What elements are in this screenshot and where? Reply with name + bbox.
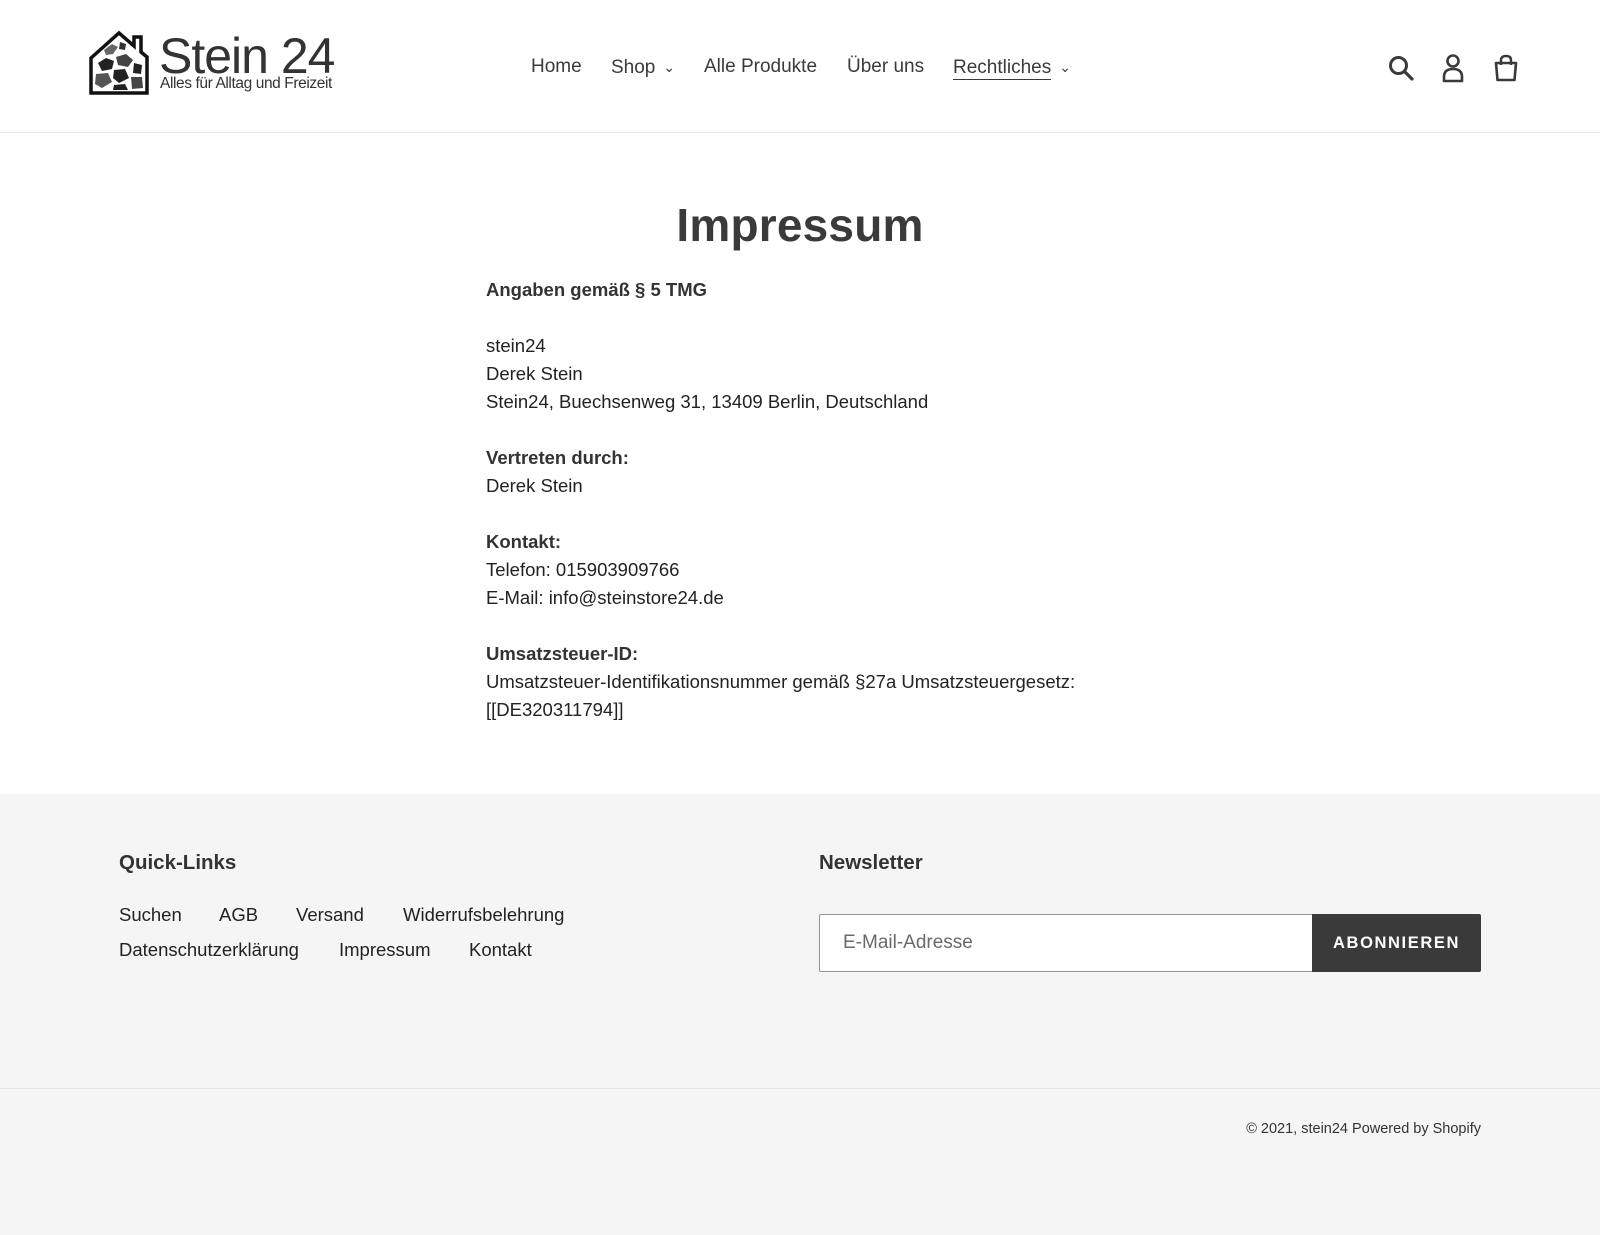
vat-text: Umsatzsteuer-Identifikationsnummer gemäß… <box>486 671 1076 692</box>
newsletter-email-input[interactable] <box>819 914 1313 972</box>
owner-name: Derek Stein <box>486 363 583 384</box>
chevron-down-icon: ⌄ <box>1059 59 1071 75</box>
section-heading-tmg: Angaben gemäß § 5 TMG <box>486 279 708 300</box>
represented-name: Derek Stein <box>486 475 583 496</box>
quick-links-heading: Quick-Links <box>119 851 237 874</box>
chevron-down-icon: ⌄ <box>663 59 676 75</box>
nav-item-label: Home <box>531 56 582 77</box>
nav-item-label: Rechtliches <box>953 57 1052 80</box>
newsletter-heading: Newsletter <box>819 851 923 874</box>
vat-heading: Umsatzsteuer-ID: <box>486 643 639 664</box>
cart-icon[interactable] <box>1489 50 1523 86</box>
footer-link-impressum[interactable]: Impressum <box>339 939 431 961</box>
footer-link-agb[interactable]: AGB <box>219 904 258 926</box>
account-icon[interactable] <box>1436 50 1470 86</box>
nav-item-ueber-uns[interactable]: Über uns <box>847 50 924 84</box>
footer-link-suchen[interactable]: Suchen <box>119 904 182 926</box>
nav-item-label: Shop <box>611 57 656 78</box>
footer-divider <box>0 1088 1600 1089</box>
nav-item-shop[interactable]: Shop ⌄ <box>611 50 675 85</box>
main-navigation: Home Shop ⌄ Alle Produkte Über uns Rechtl… <box>0 50 1600 84</box>
impressum-content: Angaben gemäß § 5 TMG stein24 Derek Stei… <box>486 276 1126 724</box>
vat-id: [[DE320311794]] <box>486 699 624 720</box>
company-name: stein24 <box>486 335 546 356</box>
email: E-Mail: info@steinstore24.de <box>486 587 724 608</box>
nav-item-home[interactable]: Home <box>531 50 582 84</box>
site-footer: Quick-Links Suchen AGB Versand Widerrufs… <box>0 794 1600 1235</box>
nav-item-rechtliches[interactable]: Rechtliches ⌄ <box>953 50 1071 85</box>
nav-item-label: Über uns <box>847 56 925 77</box>
footer-link-datenschutzerklaerung[interactable]: Datenschutzerklärung <box>119 939 299 961</box>
address: Stein24, Buechsenweg 31, 13409 Berlin, D… <box>486 391 929 412</box>
footer-link-widerrufsbelehrung[interactable]: Widerrufsbelehrung <box>403 904 564 926</box>
nav-item-label: Alle Produkte <box>704 56 818 77</box>
contact-heading: Kontakt: <box>486 531 562 552</box>
subscribe-button[interactable]: ABONNIEREN <box>1312 914 1481 972</box>
copyright-store-link[interactable]: stein24 <box>1301 1121 1348 1137</box>
search-icon[interactable] <box>1384 50 1418 86</box>
nav-item-alle-produkte[interactable]: Alle Produkte <box>704 50 817 84</box>
represented-heading: Vertreten durch: <box>486 447 629 468</box>
footer-link-versand[interactable]: Versand <box>296 904 364 926</box>
page-title: Impressum <box>676 199 924 251</box>
powered-by-shopify-link[interactable]: Powered by Shopify <box>1352 1121 1481 1137</box>
footer-link-kontakt[interactable]: Kontakt <box>469 939 532 961</box>
site-header: Stein 24 Alles für Alltag und Freizeit H… <box>0 0 1600 133</box>
copyright-prefix: © 2021, <box>1246 1121 1298 1137</box>
copyright: © 2021, stein24 Powered by Shopify <box>1246 1121 1481 1137</box>
phone: Telefon: 015903909766 <box>486 559 680 580</box>
